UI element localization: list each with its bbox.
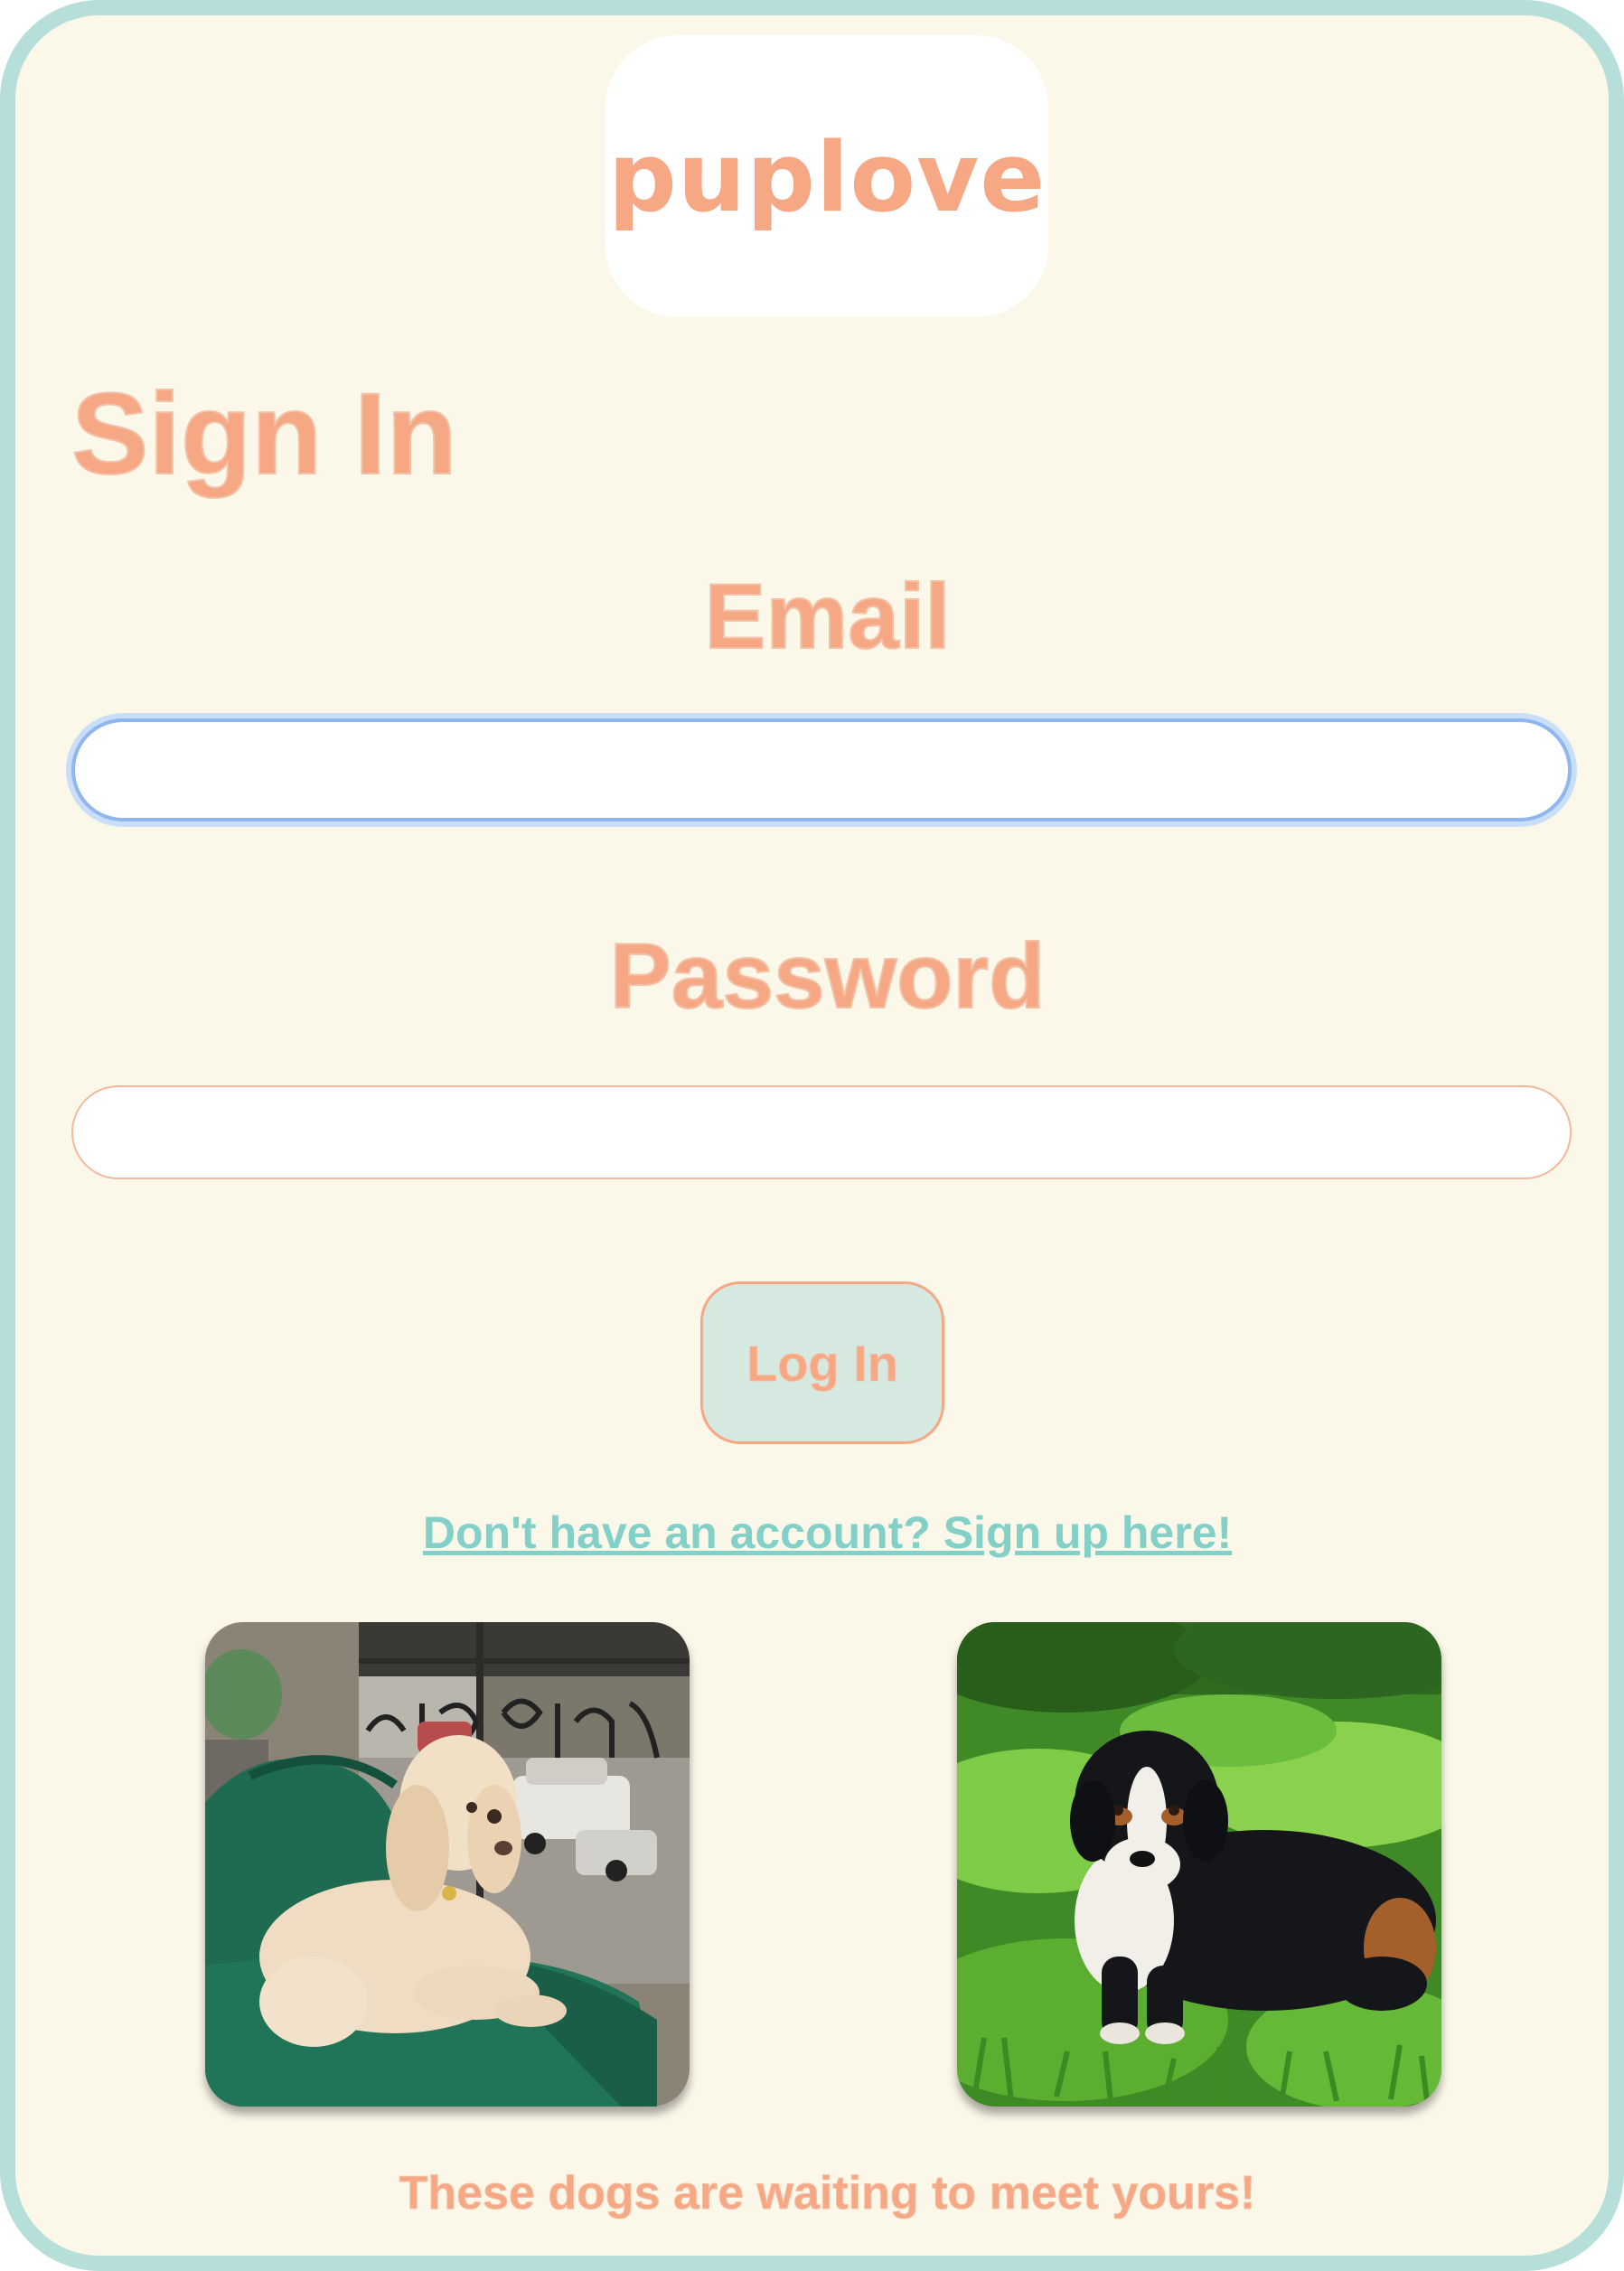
signup-link[interactable]: Don't have an account? Sign up here! <box>15 1506 1609 1559</box>
password-label: Password <box>609 924 1047 1028</box>
page-title: Sign In <box>70 370 458 499</box>
gallery-caption: These dogs are waiting to meet yours! <box>399 2167 1256 2220</box>
app-frame: puplove Sign In Email Password Log In Do… <box>0 0 1624 2271</box>
bernese-mountain-dog-in-grass-photo <box>957 1622 1441 2107</box>
login-button[interactable]: Log In <box>700 1281 944 1444</box>
goldendoodle-on-couch-photo <box>205 1622 690 2107</box>
password-field[interactable] <box>71 1085 1572 1179</box>
logo-container: puplove <box>605 35 1048 317</box>
email-label: Email <box>703 565 951 668</box>
email-field[interactable] <box>71 718 1572 821</box>
logo: puplove <box>607 121 1047 233</box>
